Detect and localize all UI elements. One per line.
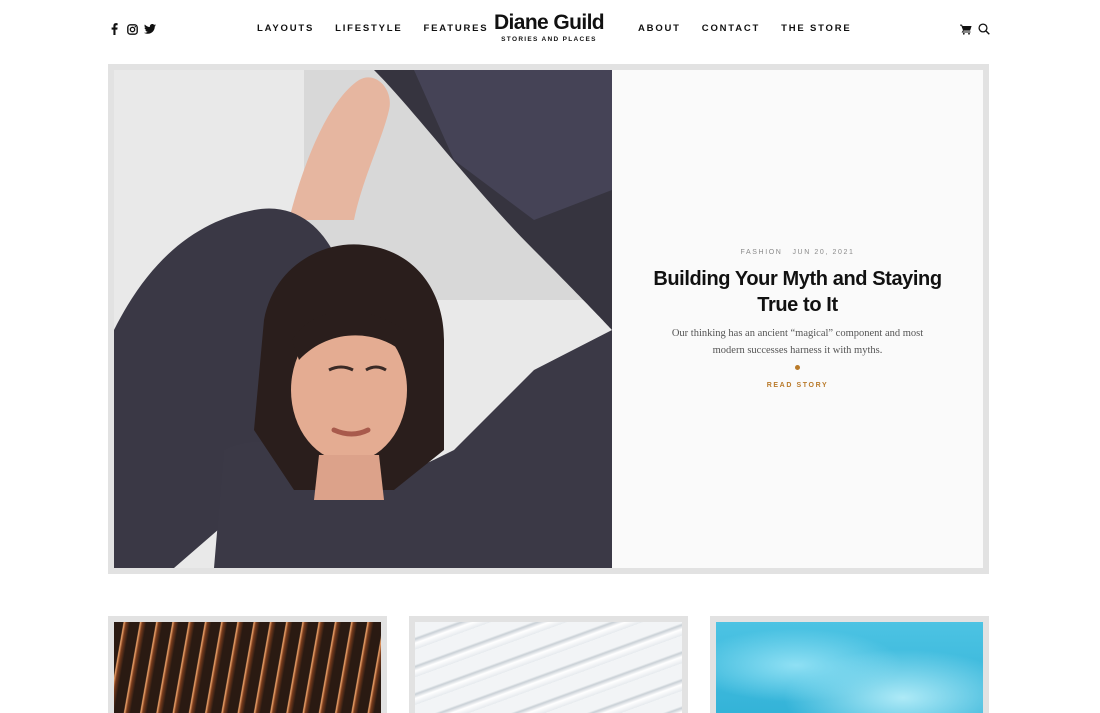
featured-post: FASHION JUN 20, 2021 Building Your Myth a… [108,64,989,574]
site-header: LAYOUTS LIFESTYLE FEATURES Diane Guild S… [0,0,1100,64]
nav-contact[interactable]: CONTACT [702,23,760,34]
white-roof-structure-photo [415,622,682,713]
read-story-link[interactable]: READ STORY [612,382,983,389]
post-card[interactable] [710,616,989,713]
primary-nav-right: ABOUT CONTACT THE STORE [638,23,852,34]
post-card[interactable] [409,616,688,713]
pool-water-photo [716,622,983,713]
twitter-icon[interactable] [144,22,156,36]
header-tools [960,22,990,40]
post-title[interactable]: Building Your Myth and Staying True to I… [652,266,943,318]
cart-icon[interactable] [960,22,972,40]
nav-lifestyle[interactable]: LIFESTYLE [335,23,402,34]
facebook-icon[interactable] [108,22,120,36]
escalator-lights-photo [114,622,381,713]
nav-layouts[interactable]: LAYOUTS [257,23,314,34]
featured-post-image[interactable] [114,70,612,568]
featured-post-content: FASHION JUN 20, 2021 Building Your Myth a… [612,70,983,568]
divider-dot [795,365,800,370]
search-icon[interactable] [978,22,990,40]
social-links [108,22,156,36]
brand-tagline: STORIES AND PLACES [501,36,597,43]
portrait-photo [114,70,612,568]
post-card[interactable] [108,616,387,713]
post-date: JUN 20, 2021 [792,249,855,256]
post-category[interactable]: FASHION [741,249,783,256]
nav-about[interactable]: ABOUT [638,23,681,34]
nav-the-store[interactable]: THE STORE [781,23,851,34]
post-excerpt: Our thinking has an ancient “magical” co… [671,328,924,356]
brand-name: Diane Guild [493,11,605,34]
site-logo[interactable]: Diane Guild STORIES AND PLACES [449,11,649,43]
instagram-icon[interactable] [126,22,138,36]
post-meta: FASHION JUN 20, 2021 [612,249,983,256]
